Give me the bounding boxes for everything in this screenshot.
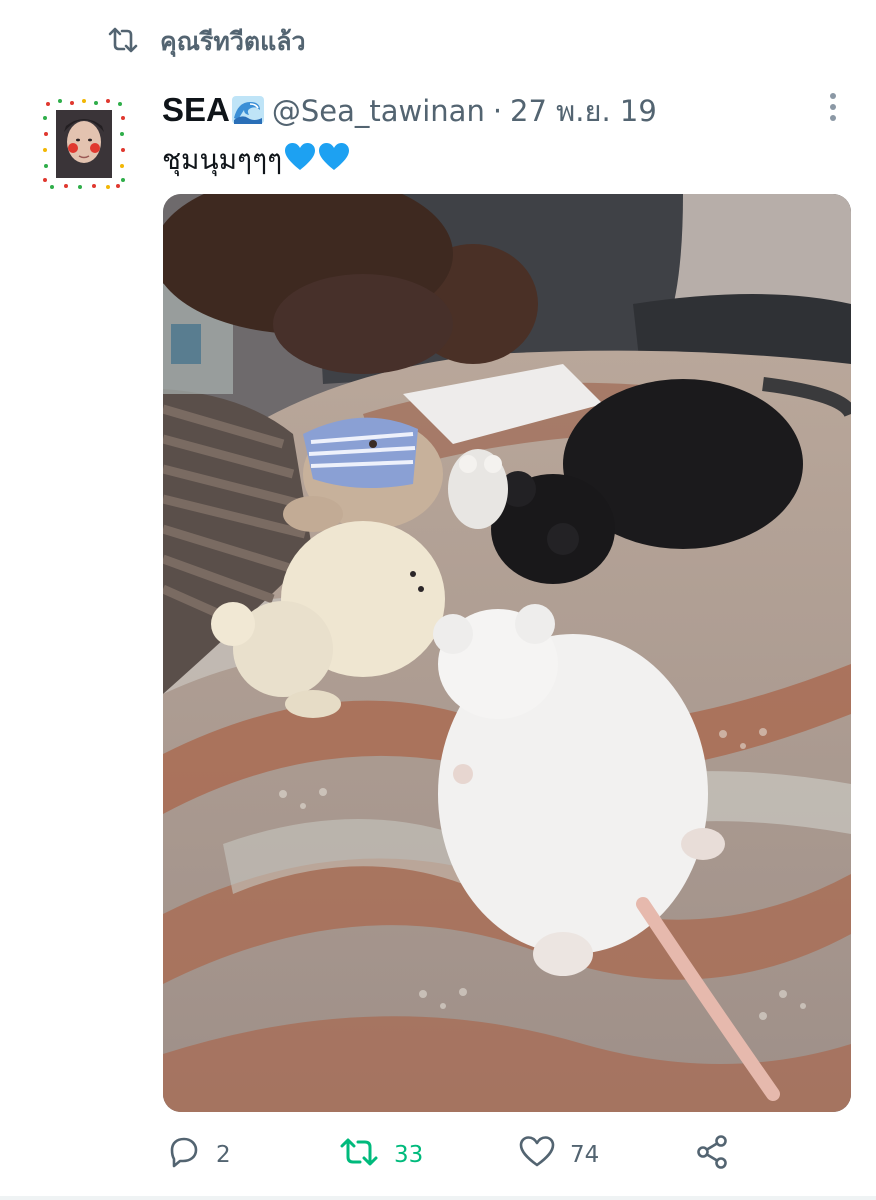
heart-icon: [518, 1135, 556, 1175]
tweet-text: ชุมนุมๆๆๆ: [162, 138, 350, 182]
reply-icon: [166, 1135, 202, 1175]
more-vertical-icon: [830, 93, 836, 121]
share-button[interactable]: [694, 1132, 730, 1178]
reply-button[interactable]: 2: [166, 1132, 231, 1178]
tweet-date[interactable]: 27 พ.ย. 19: [510, 88, 657, 134]
retweet-banner-text: คุณรีทวีตแล้ว: [160, 27, 306, 56]
handle[interactable]: @Sea_tawinan: [272, 94, 485, 128]
wave-emoji-icon: [231, 94, 264, 132]
tweet-text-content: ชุมนุมๆๆๆ: [162, 143, 283, 176]
reply-count: 2: [216, 1142, 231, 1168]
tweet-photo[interactable]: [163, 194, 851, 1112]
display-name[interactable]: SEA: [162, 91, 264, 129]
blue-heart-emoji-icon: [318, 142, 350, 179]
more-options-button[interactable]: [822, 90, 844, 126]
tweet-header: SEA @Sea_tawinan · 27 พ.ย. 19: [162, 88, 657, 132]
like-count: 74: [570, 1142, 600, 1168]
avatar[interactable]: [42, 98, 126, 190]
retweet-count: 33: [394, 1142, 424, 1168]
divider: [0, 1196, 876, 1200]
separator-dot: ·: [492, 94, 503, 128]
retweet-banner: คุณรีทวีตแล้ว: [106, 22, 306, 62]
tweet-action-bar: 2 33 74: [162, 1132, 852, 1178]
blue-heart-emoji-icon: [284, 142, 316, 179]
display-name-text: SEA: [162, 91, 230, 128]
retweet-icon: [338, 1135, 380, 1175]
like-button[interactable]: 74: [518, 1132, 599, 1178]
retweet-button[interactable]: 33: [338, 1132, 423, 1178]
retweet-icon: [106, 25, 140, 59]
share-icon: [694, 1134, 730, 1176]
